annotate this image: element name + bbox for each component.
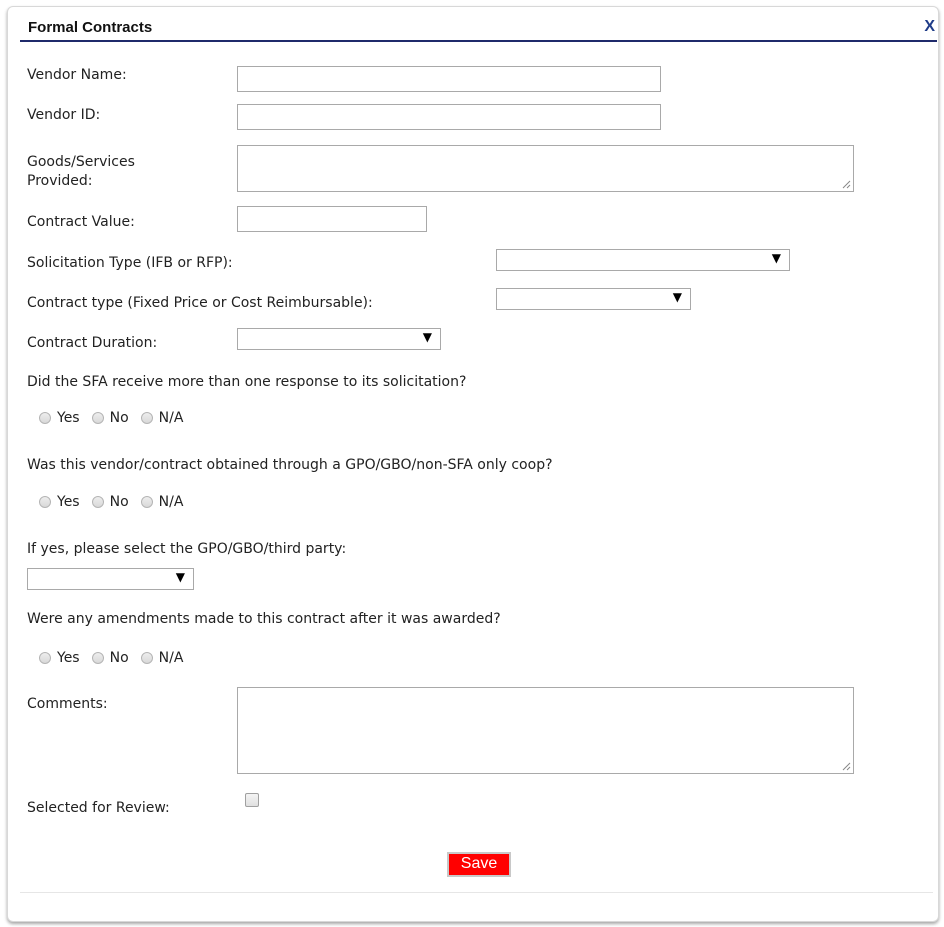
radio-no-label: No bbox=[109, 494, 129, 510]
solicitation-type-select[interactable]: ▼ bbox=[496, 249, 790, 271]
question-gpo-coop: Was this vendor/contract obtained throug… bbox=[27, 457, 553, 473]
radio-na[interactable] bbox=[140, 412, 153, 424]
radio-yes-label: Yes bbox=[57, 410, 80, 426]
radio-group-amendments: Yes No N/A bbox=[39, 650, 195, 666]
question-multiple-responses: Did the SFA receive more than one respon… bbox=[27, 374, 467, 390]
radio-yes[interactable] bbox=[39, 412, 51, 424]
radio-yes-label: Yes bbox=[57, 494, 80, 510]
solicitation-type-label: Solicitation Type (IFB or RFP): bbox=[27, 255, 233, 271]
contract-value-input[interactable] bbox=[237, 206, 427, 232]
radio-na-label: N/A bbox=[158, 650, 184, 666]
contract-type-select[interactable]: ▼ bbox=[496, 288, 691, 310]
radio-na[interactable] bbox=[140, 496, 153, 508]
radio-yes[interactable] bbox=[39, 496, 51, 508]
radio-na[interactable] bbox=[140, 652, 153, 664]
radio-na-label: N/A bbox=[158, 410, 184, 426]
radio-no[interactable] bbox=[91, 652, 104, 664]
radio-no[interactable] bbox=[91, 496, 104, 508]
goods-services-label-line2: Provided: bbox=[27, 173, 93, 189]
vendor-id-label: Vendor ID: bbox=[27, 107, 101, 123]
question-select-gpo: If yes, please select the GPO/GBO/third … bbox=[27, 541, 347, 557]
radio-no-label: No bbox=[109, 410, 129, 426]
radio-no[interactable] bbox=[91, 412, 104, 424]
radio-yes-label: Yes bbox=[57, 650, 80, 666]
question-amendments: Were any amendments made to this contrac… bbox=[27, 611, 501, 627]
resize-grip-icon[interactable] bbox=[842, 180, 851, 189]
contract-type-label: Contract type (Fixed Price or Cost Reimb… bbox=[27, 295, 373, 311]
chevron-down-icon: ▼ bbox=[175, 570, 185, 584]
goods-services-label-line1: Goods/Services bbox=[27, 154, 135, 170]
dialog-title: Formal Contracts bbox=[28, 19, 153, 36]
save-button[interactable]: Save bbox=[447, 852, 511, 877]
radio-yes[interactable] bbox=[39, 652, 51, 664]
radio-group-gpo-coop: Yes No N/A bbox=[39, 494, 195, 510]
vendor-name-label: Vendor Name: bbox=[27, 67, 127, 83]
chevron-down-icon: ▼ bbox=[422, 330, 432, 344]
contract-duration-label: Contract Duration: bbox=[27, 335, 158, 351]
resize-grip-icon[interactable] bbox=[842, 762, 851, 771]
footer-divider bbox=[20, 892, 933, 893]
chevron-down-icon: ▼ bbox=[771, 251, 781, 265]
selected-for-review-label: Selected for Review: bbox=[27, 800, 170, 816]
dialog-header: Formal Contracts X bbox=[20, 18, 937, 42]
vendor-id-input[interactable] bbox=[237, 104, 661, 130]
comments-textarea[interactable] bbox=[237, 687, 854, 774]
contract-duration-select[interactable]: ▼ bbox=[237, 328, 441, 350]
radio-no-label: No bbox=[109, 650, 129, 666]
chevron-down-icon: ▼ bbox=[672, 290, 682, 304]
vendor-name-input[interactable] bbox=[237, 66, 661, 92]
goods-services-textarea[interactable] bbox=[237, 145, 854, 192]
radio-na-label: N/A bbox=[158, 494, 184, 510]
radio-group-multiple-responses: Yes No N/A bbox=[39, 410, 195, 426]
close-icon[interactable]: X bbox=[924, 18, 935, 36]
selected-for-review-checkbox[interactable] bbox=[245, 793, 259, 807]
comments-label: Comments: bbox=[27, 696, 108, 712]
contract-value-label: Contract Value: bbox=[27, 214, 135, 230]
gpo-third-party-select[interactable]: ▼ bbox=[27, 568, 194, 590]
